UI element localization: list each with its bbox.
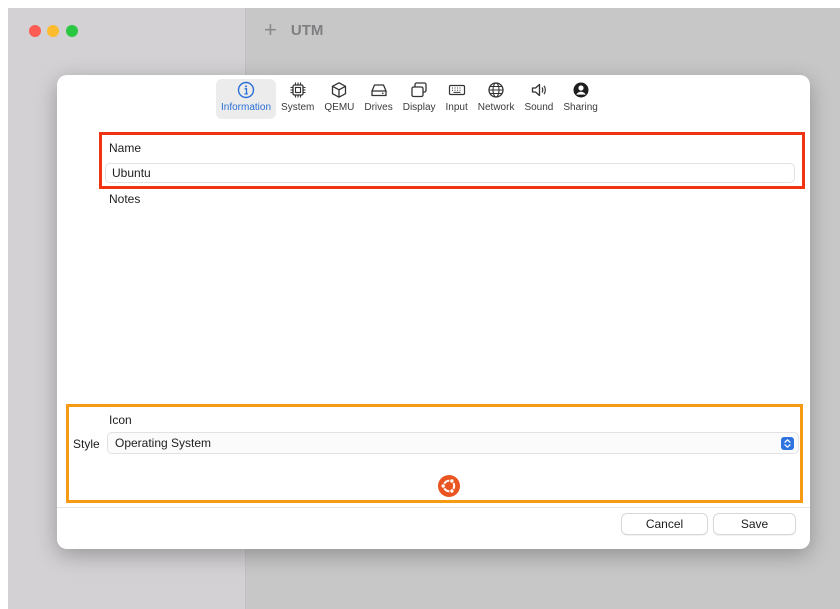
tab-label: Display [402,102,436,113]
cpu-icon [290,82,306,98]
style-label: Style [73,437,100,451]
tab-label: QEMU [324,102,355,113]
footer-divider [57,507,810,508]
tab-sharing[interactable]: Sharing [558,79,602,119]
tab-drives[interactable]: Drives [359,79,397,119]
cancel-button[interactable]: Cancel [621,513,708,535]
drive-icon [370,84,387,97]
tab-label: Drives [364,102,393,113]
info-icon [237,81,255,99]
tab-label: System [281,102,315,113]
settings-tab-bar: Information System QEMU Drives Display I… [216,79,603,121]
minimize-window-button[interactable] [47,25,59,37]
name-field-label: Name [109,141,142,155]
notes-field[interactable] [105,209,797,409]
tab-network[interactable]: Network [473,79,520,119]
tab-qemu[interactable]: QEMU [319,79,359,119]
zoom-window-button[interactable] [66,25,78,37]
tab-display[interactable]: Display [398,79,441,119]
save-button[interactable]: Save [713,513,796,535]
icon-style-value: Operating System [115,436,212,450]
name-field[interactable] [105,163,795,183]
globe-icon [488,82,504,98]
tab-sound[interactable]: Sound [519,79,558,119]
tab-label: Sound [524,102,554,113]
main-toolbar: + UTM [264,19,323,41]
tab-label: Input [445,102,468,113]
display-icon [411,82,427,98]
chevron-up-down-icon [781,437,794,450]
tab-input[interactable]: Input [441,79,473,119]
tab-label: Network [477,102,515,113]
vm-settings-sheet: Information System QEMU Drives Display I… [57,75,810,549]
icon-section-label: Icon [109,413,132,427]
keyboard-icon [448,84,465,96]
tab-label: Sharing [563,102,598,113]
icon-style-select[interactable]: Operating System [107,432,799,454]
window-title: UTM [290,21,324,39]
ubuntu-logo-icon[interactable] [438,475,460,497]
speaker-icon [531,83,546,97]
tab-information[interactable]: Information [216,79,277,119]
tab-label: Information [221,102,272,113]
add-vm-button[interactable]: + [264,19,277,41]
person-icon [573,82,589,98]
notes-field-label: Notes [109,192,141,206]
close-window-button[interactable] [29,25,41,37]
cube-icon [332,82,347,98]
tab-system[interactable]: System [276,79,319,119]
